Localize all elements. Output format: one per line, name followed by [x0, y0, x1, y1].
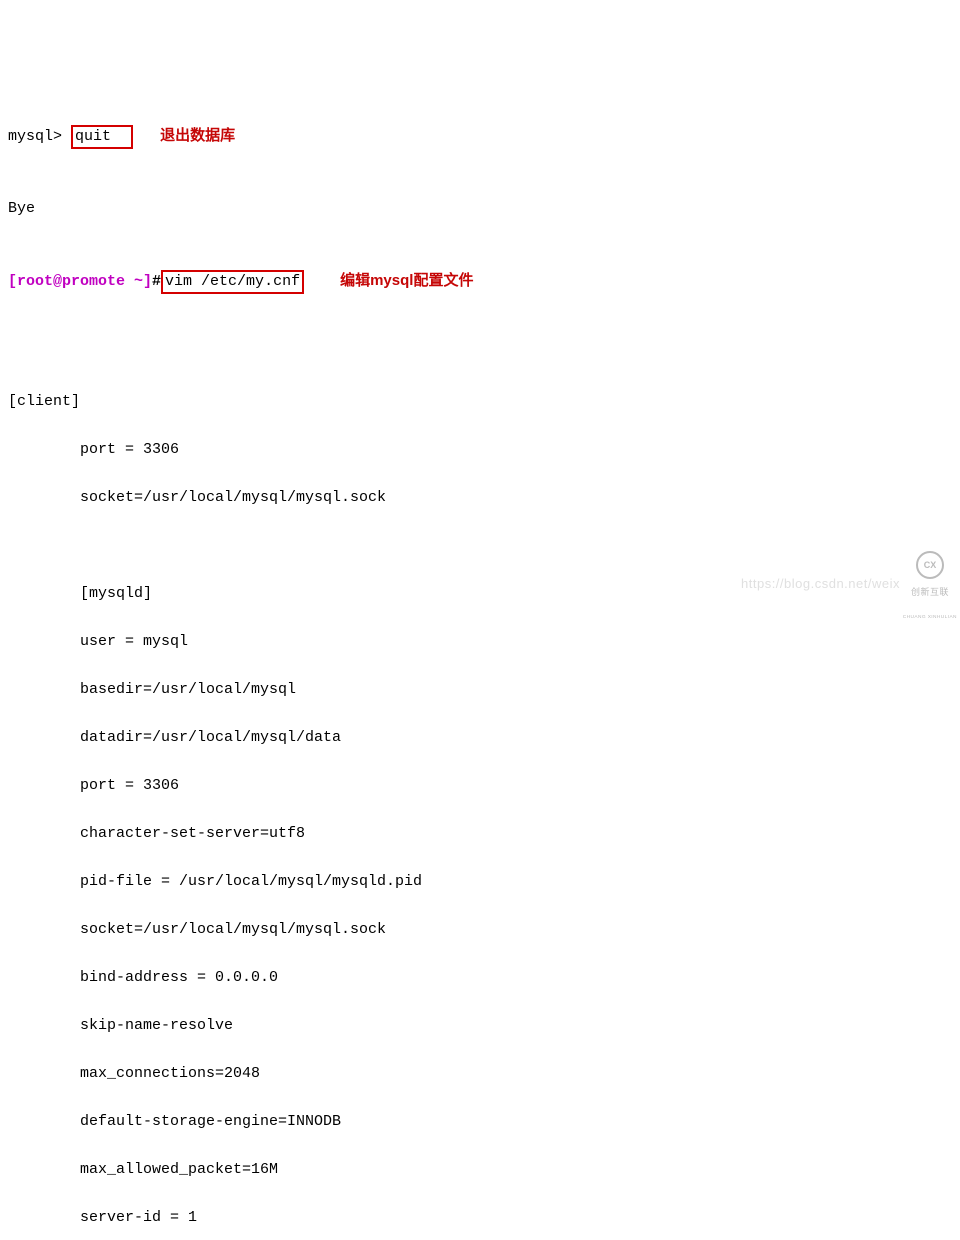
- config-line[interactable]: skip-name-resolve: [8, 1014, 952, 1038]
- config-line[interactable]: pid-file = /usr/local/mysql/mysqld.pid: [8, 870, 952, 894]
- mysql-prompt: mysql>: [8, 128, 62, 145]
- config-line[interactable]: bind-address = 0.0.0.0: [8, 966, 952, 990]
- terminal-line[interactable]: Bye: [8, 197, 952, 221]
- shell-prompt: [root@promote ~]: [8, 273, 152, 290]
- terminal-line[interactable]: [root@promote ~]#vim /etc/my.cnf 编辑mysql…: [8, 269, 952, 294]
- mysqld-section: [mysqld]: [80, 582, 152, 606]
- config-line[interactable]: max_allowed_packet=16M: [8, 1158, 952, 1182]
- config-line[interactable]: [mysqld]: [8, 582, 952, 606]
- config-line[interactable]: [client]: [8, 390, 952, 414]
- output-bye: Bye: [8, 200, 35, 217]
- config-line[interactable]: basedir=/usr/local/mysql: [8, 678, 952, 702]
- config-line[interactable]: port = 3306: [8, 774, 952, 798]
- config-line[interactable]: user = mysql: [8, 630, 952, 654]
- config-line[interactable]: default-storage-engine=INNODB: [8, 1110, 952, 1134]
- annotation-quit: 退出数据库: [160, 127, 235, 144]
- client-section: [client]: [8, 393, 80, 410]
- config-line[interactable]: port = 3306: [8, 438, 952, 462]
- annotation-vim: 编辑mysql配置文件: [340, 272, 473, 289]
- config-line[interactable]: datadir=/usr/local/mysql/data: [8, 726, 952, 750]
- terminal-line[interactable]: mysql> quit 退出数据库: [8, 124, 952, 149]
- config-line[interactable]: socket=/usr/local/mysql/mysql.sock: [8, 918, 952, 942]
- boxed-command-quit: quit: [71, 125, 133, 149]
- config-line[interactable]: server-id = 1: [8, 1206, 952, 1230]
- config-line[interactable]: character-set-server=utf8: [8, 822, 952, 846]
- shell-hash: #: [152, 273, 161, 290]
- config-line[interactable]: max_connections=2048: [8, 1062, 952, 1086]
- boxed-command-vim: vim /etc/my.cnf: [161, 270, 304, 294]
- config-line[interactable]: socket=/usr/local/mysql/mysql.sock: [8, 486, 952, 510]
